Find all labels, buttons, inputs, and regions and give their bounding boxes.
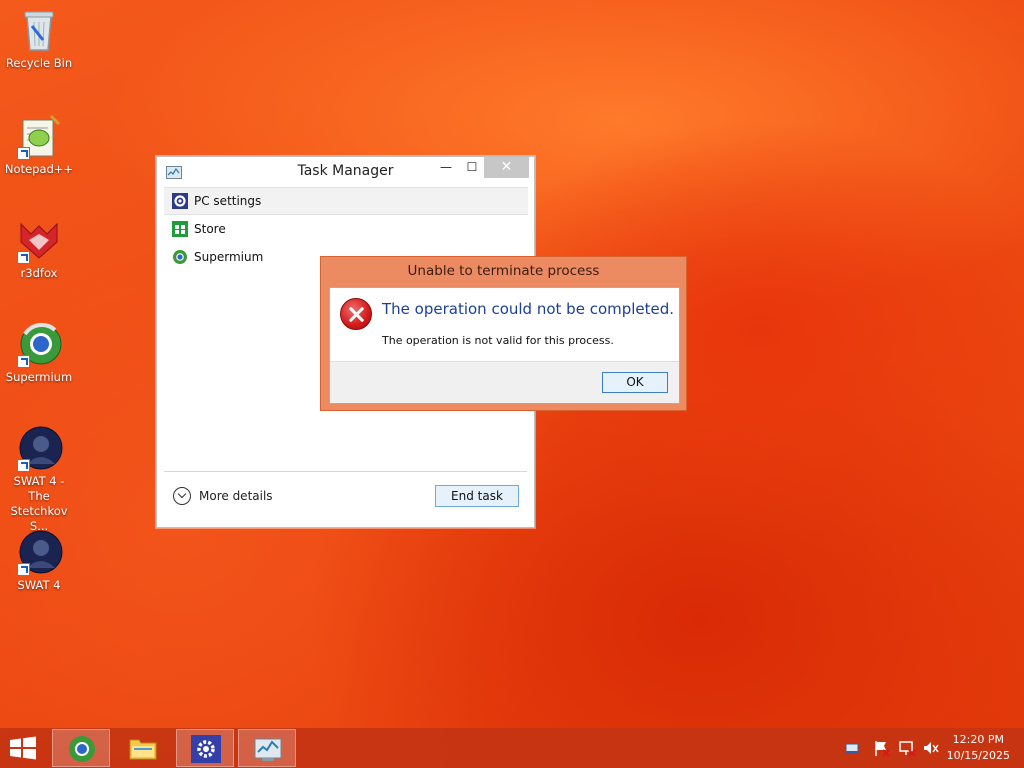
desktop-icon-notepad-plus-plus[interactable]: Notepad++ bbox=[0, 112, 78, 177]
app-item-label: PC settings bbox=[194, 194, 262, 208]
app-item-store[interactable]: Store bbox=[164, 215, 528, 243]
taskbar: 12:20 PM 10/15/2025 bbox=[0, 728, 1024, 768]
desktop-icon-swat4-stetchkov[interactable]: SWAT 4 - The Stetchkov S... bbox=[0, 424, 78, 534]
minimize-button[interactable]: — bbox=[433, 157, 459, 178]
taskbar-pc-settings[interactable] bbox=[176, 729, 234, 767]
start-button[interactable] bbox=[8, 736, 38, 760]
taskbar-supermium[interactable] bbox=[52, 729, 110, 767]
desktop-icon-r3dfox[interactable]: r3dfox bbox=[0, 216, 78, 281]
task-manager-titlebar[interactable]: Task Manager — ☐ ✕ bbox=[157, 157, 534, 187]
swat4-icon bbox=[15, 424, 63, 472]
more-details-toggle[interactable]: More details bbox=[173, 487, 273, 505]
shortcut-arrow-icon bbox=[17, 147, 30, 160]
dialog-button-bar: OK bbox=[330, 361, 679, 403]
shortcut-arrow-icon bbox=[17, 563, 30, 576]
windows-logo-icon bbox=[10, 736, 36, 760]
ok-button[interactable]: OK bbox=[602, 372, 668, 393]
desktop-icon-label: Recycle Bin bbox=[5, 56, 73, 70]
supermium-icon bbox=[172, 249, 188, 265]
chevron-down-icon bbox=[173, 487, 191, 505]
desktop-icon-supermium[interactable]: Supermium bbox=[0, 320, 78, 385]
desktop-icon-label: Notepad++ bbox=[4, 162, 74, 176]
notepad-plus-plus-icon bbox=[15, 112, 63, 160]
store-icon bbox=[172, 221, 188, 237]
volume-muted-icon[interactable] bbox=[922, 738, 940, 758]
supermium-icon bbox=[67, 735, 97, 763]
task-manager-icon bbox=[253, 735, 283, 763]
system-clock[interactable]: 12:20 PM 10/15/2025 bbox=[947, 732, 1010, 764]
task-manager-footer: More details End task bbox=[164, 471, 527, 521]
gear-icon bbox=[172, 193, 188, 209]
main-instruction: The operation could not be completed. bbox=[382, 300, 675, 318]
app-item-label: Store bbox=[194, 222, 226, 236]
clock-date: 10/15/2025 bbox=[946, 749, 1010, 762]
recycle-bin-icon bbox=[15, 6, 63, 54]
taskbar-task-manager[interactable] bbox=[238, 729, 296, 767]
desktop-icon-label: Supermium bbox=[5, 370, 73, 384]
desktop-icon-label: SWAT 4 bbox=[17, 578, 61, 592]
error-dialog: Unable to terminate process The operatio… bbox=[320, 256, 687, 411]
app-item-pc-settings[interactable]: PC settings bbox=[164, 187, 528, 215]
taskbar-file-explorer[interactable] bbox=[114, 729, 172, 767]
end-task-button[interactable]: End task bbox=[435, 485, 519, 507]
desktop-icon-swat4[interactable]: SWAT 4 bbox=[0, 528, 78, 593]
pc-settings-icon bbox=[191, 735, 221, 763]
close-button[interactable]: ✕ bbox=[484, 157, 529, 178]
desktop-icon-recycle-bin[interactable]: Recycle Bin bbox=[0, 6, 78, 71]
shortcut-arrow-icon bbox=[17, 355, 30, 368]
maximize-button[interactable]: ☐ bbox=[459, 157, 485, 178]
desktop-icon-label: r3dfox bbox=[20, 266, 58, 280]
file-explorer-icon bbox=[128, 734, 158, 762]
r3dfox-icon bbox=[15, 216, 63, 264]
error-icon bbox=[340, 298, 372, 330]
app-item-label: Supermium bbox=[194, 250, 264, 264]
dialog-title: Unable to terminate process bbox=[407, 263, 600, 279]
swat4-icon bbox=[15, 528, 63, 576]
more-details-label: More details bbox=[199, 489, 273, 503]
shortcut-arrow-icon bbox=[17, 459, 30, 472]
shortcut-arrow-icon bbox=[17, 251, 30, 264]
network-icon[interactable] bbox=[898, 738, 916, 758]
dialog-body: The operation could not be completed. Th… bbox=[329, 287, 680, 404]
action-center-flag-icon[interactable] bbox=[873, 738, 891, 758]
clock-time: 12:20 PM bbox=[952, 733, 1004, 746]
dialog-content: The operation is not valid for this proc… bbox=[382, 334, 614, 347]
supermium-icon bbox=[15, 320, 63, 368]
desktop-icon-label: SWAT 4 - The Stetchkov S... bbox=[10, 474, 68, 533]
tray-show-desktop-icon[interactable] bbox=[845, 738, 859, 758]
